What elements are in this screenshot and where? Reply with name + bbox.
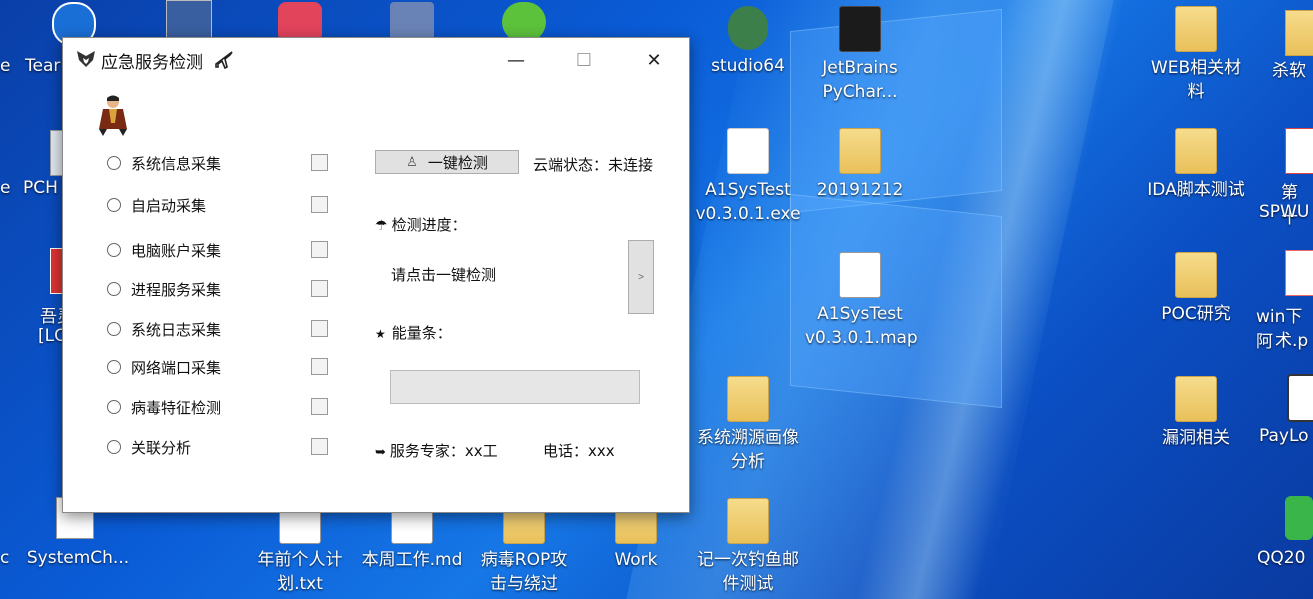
- close-button[interactable]: ✕: [631, 44, 677, 76]
- phone-info: 电话：xxx: [543, 442, 615, 460]
- desktop-partial-label: e: [0, 56, 11, 76]
- desktop-icon-sysprofile[interactable]: 系统溯源画像分析: [693, 376, 803, 474]
- desktop-icon-ida[interactable]: IDA脚本测试: [1141, 128, 1251, 202]
- app-icon[interactable]: [1285, 250, 1313, 296]
- folder-icon: [1175, 6, 1217, 52]
- folder-icon: [727, 498, 769, 544]
- folder-icon: [727, 376, 769, 422]
- desktop-icon-phishing[interactable]: 记一次钓鱼邮件测试: [693, 498, 803, 596]
- folder-icon: [1175, 252, 1217, 298]
- folder-icon: [839, 128, 881, 174]
- desktop-partial-label: SPWU: [1259, 202, 1310, 222]
- emergency-service-window: 应急服务检测 — ☐ ✕ 系统信息采集 自启动采集 电脑账户采集 进程服务采集 …: [62, 37, 690, 513]
- desktop-partial-label: PayLo: [1259, 426, 1309, 446]
- desktop-partial-label: PCH: [23, 178, 58, 198]
- option-sysinfo[interactable]: 系统信息采集: [107, 152, 221, 174]
- option-virus[interactable]: 病毒特征检测: [107, 396, 221, 418]
- syslog-radio[interactable]: [107, 322, 121, 336]
- folder-icon: [1175, 128, 1217, 174]
- accounts-checkbox[interactable]: [311, 241, 328, 258]
- expert-info: ➥ 服务专家：xx工: [375, 442, 498, 460]
- folder-icon[interactable]: [1285, 10, 1313, 56]
- avatar: [99, 95, 127, 136]
- desktop-icon-poc[interactable]: POC研究: [1141, 252, 1251, 326]
- option-syslog[interactable]: 系统日志采集: [107, 318, 221, 340]
- energy-section-label: ★ 能量条：: [375, 324, 452, 342]
- correlation-checkbox[interactable]: [311, 438, 328, 455]
- virus-radio[interactable]: [107, 400, 121, 414]
- title-bar[interactable]: 应急服务检测 — ☐ ✕: [63, 38, 689, 82]
- umbrella-icon: ☂: [375, 218, 388, 234]
- sysinfo-radio[interactable]: [107, 156, 121, 170]
- desktop-icon-vuln[interactable]: 漏洞相关: [1141, 376, 1251, 450]
- desktop-icon-a1systest-map[interactable]: A1SysTest v0.3.0.1.map: [805, 252, 918, 350]
- document-icon: [839, 252, 881, 298]
- energy-progress-bar: [390, 370, 640, 404]
- airplane-icon: [215, 51, 233, 70]
- netport-checkbox[interactable]: [311, 358, 328, 375]
- desktop-partial-label: c: [0, 548, 10, 568]
- desktop-icon-studio64[interactable]: studio64: [693, 6, 803, 78]
- app-icon[interactable]: [278, 2, 322, 42]
- cloud-status: 云端状态：未连接: [533, 156, 654, 174]
- desktop-partial-label: QQ20: [1257, 548, 1306, 568]
- app-icon[interactable]: [166, 0, 212, 42]
- window-title: 应急服务检测: [101, 53, 203, 73]
- minimize-button[interactable]: —: [493, 44, 539, 76]
- folder-icon: [1175, 376, 1217, 422]
- desktop-partial-label: e: [0, 178, 11, 198]
- option-autostart[interactable]: 自启动采集: [107, 194, 206, 216]
- autostart-radio[interactable]: [107, 198, 121, 212]
- rocket-icon: ♙: [406, 154, 418, 170]
- desktop-icon-a1systest-exe[interactable]: A1SysTest v0.3.0.1.exe: [693, 128, 803, 226]
- one-key-detect-button[interactable]: ♙ 一键检测: [375, 150, 519, 174]
- expand-arrow-button[interactable]: >: [628, 240, 654, 314]
- option-correlation[interactable]: 关联分析: [107, 436, 191, 458]
- process-service-checkbox[interactable]: [311, 280, 328, 297]
- app-icon[interactable]: [1285, 128, 1313, 174]
- option-accounts[interactable]: 电脑账户采集: [107, 239, 221, 261]
- progress-text: 请点击一键检测: [391, 266, 497, 284]
- transformer-logo-icon: [77, 51, 95, 67]
- pycharm-icon: [839, 6, 881, 52]
- option-netport[interactable]: 网络端口采集: [107, 356, 221, 378]
- desktop-partial-label: Tear: [25, 56, 61, 76]
- desktop-icon-pycharm[interactable]: JetBrains PyChar...: [805, 6, 915, 104]
- app-icon[interactable]: [1287, 374, 1313, 422]
- android-studio-icon: [728, 6, 768, 50]
- app-icon[interactable]: [502, 2, 546, 42]
- netport-radio[interactable]: [107, 360, 121, 374]
- desktop-partial-label: 术.p: [1275, 331, 1309, 351]
- arrow-right-icon: ➥: [375, 445, 386, 460]
- exe-icon: [727, 128, 769, 174]
- desktop-icon-20191212[interactable]: 20191212: [805, 128, 915, 202]
- autostart-checkbox[interactable]: [311, 196, 328, 213]
- option-process-service[interactable]: 进程服务采集: [107, 278, 221, 300]
- progress-section-label: ☂ 检测进度：: [375, 216, 467, 234]
- virus-checkbox[interactable]: [311, 398, 328, 415]
- star-icon: ★: [375, 327, 386, 341]
- process-service-radio[interactable]: [107, 282, 121, 296]
- accounts-radio[interactable]: [107, 243, 121, 257]
- desktop-icon-systemch[interactable]: SystemCh...: [18, 546, 138, 570]
- correlation-radio[interactable]: [107, 440, 121, 454]
- app-icon[interactable]: [1285, 496, 1313, 540]
- desktop-icon-web[interactable]: WEB相关材料: [1141, 6, 1251, 104]
- desktop-partial-label: 杀软: [1272, 61, 1306, 81]
- app-icon[interactable]: [390, 2, 434, 42]
- maximize-button[interactable]: ☐: [561, 44, 607, 76]
- sysinfo-checkbox[interactable]: [311, 154, 328, 171]
- syslog-checkbox[interactable]: [311, 320, 328, 337]
